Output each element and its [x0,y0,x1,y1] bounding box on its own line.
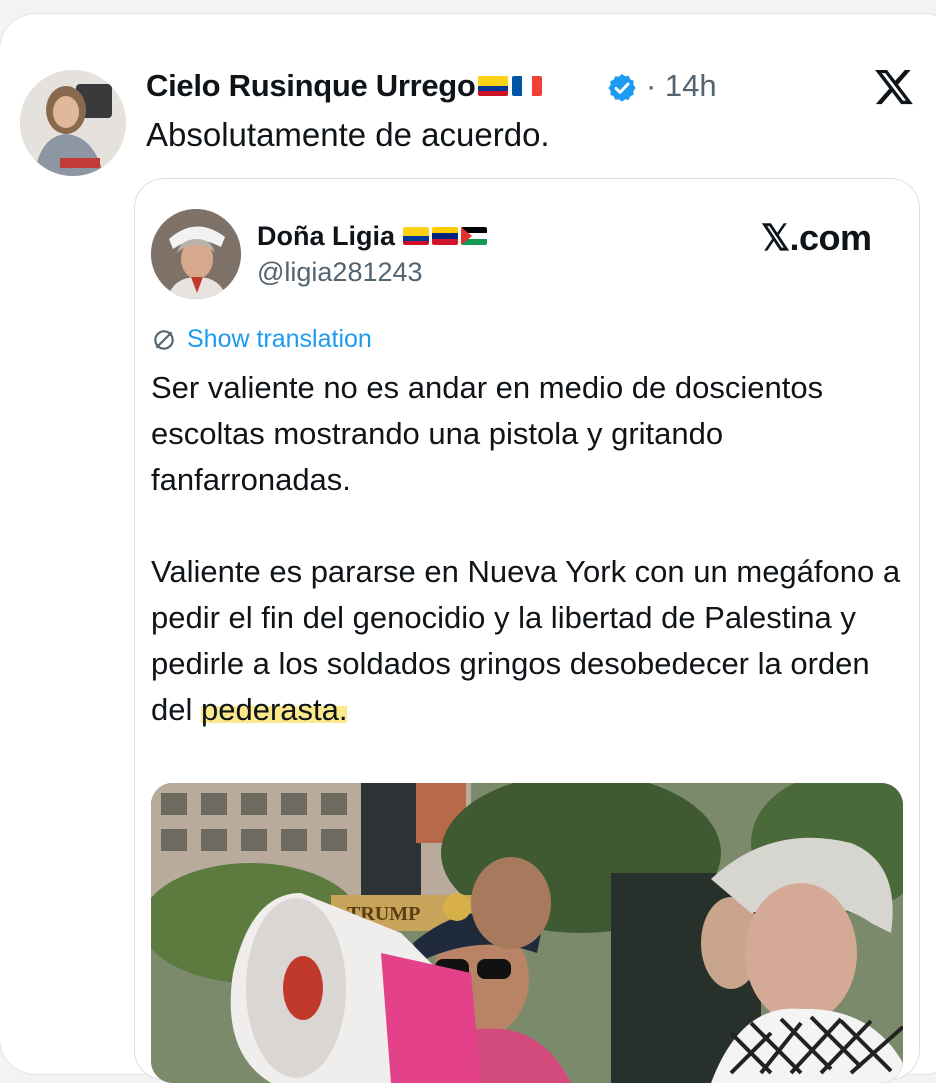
author-avatar[interactable] [20,70,126,176]
quoted-author-flags [403,227,487,245]
quoted-tweet[interactable]: Doña Ligia @ligia281243 𝕏.com Show trans… [134,178,920,1083]
colombia-flag-icon [478,76,508,96]
france-flag-icon [512,76,542,96]
translate-icon [154,329,174,350]
author-name[interactable]: Cielo Rusinque Urrego [146,68,476,104]
show-translation-label: Show translation [187,325,372,353]
quoted-author-name[interactable]: Doña Ligia [257,221,395,252]
quoted-paragraph-2: Valiente es pararse en Nueva York con un… [151,549,911,733]
quoted-tweet-text: Ser valiente no es andar en medio de dos… [151,365,911,733]
colombia-flag-icon [403,227,429,245]
attached-photo[interactable]: TRUMP [151,783,903,1083]
quoted-paragraph-1: Ser valiente no es andar en medio de dos… [151,370,824,497]
quoted-author-avatar[interactable] [151,209,241,299]
verified-badge-icon [608,74,636,102]
author-flags [478,76,542,96]
tweet-timestamp[interactable]: · 14h [646,68,717,104]
x-logo-icon[interactable] [872,66,916,108]
venezuela-flag-icon [432,227,458,245]
tweet-card[interactable]: Cielo Rusinque Urrego · 14h Absolutament… [0,14,936,1083]
palestine-flag-icon [461,227,487,245]
show-translation-button[interactable]: Show translation [151,325,372,354]
quoted-author-handle[interactable]: @ligia281243 [257,257,423,288]
source-link[interactable]: 𝕏.com [761,217,872,259]
highlighted-word: pederasta. [200,692,348,727]
tweet-text: Absolutamente de acuerdo. [146,116,550,153]
